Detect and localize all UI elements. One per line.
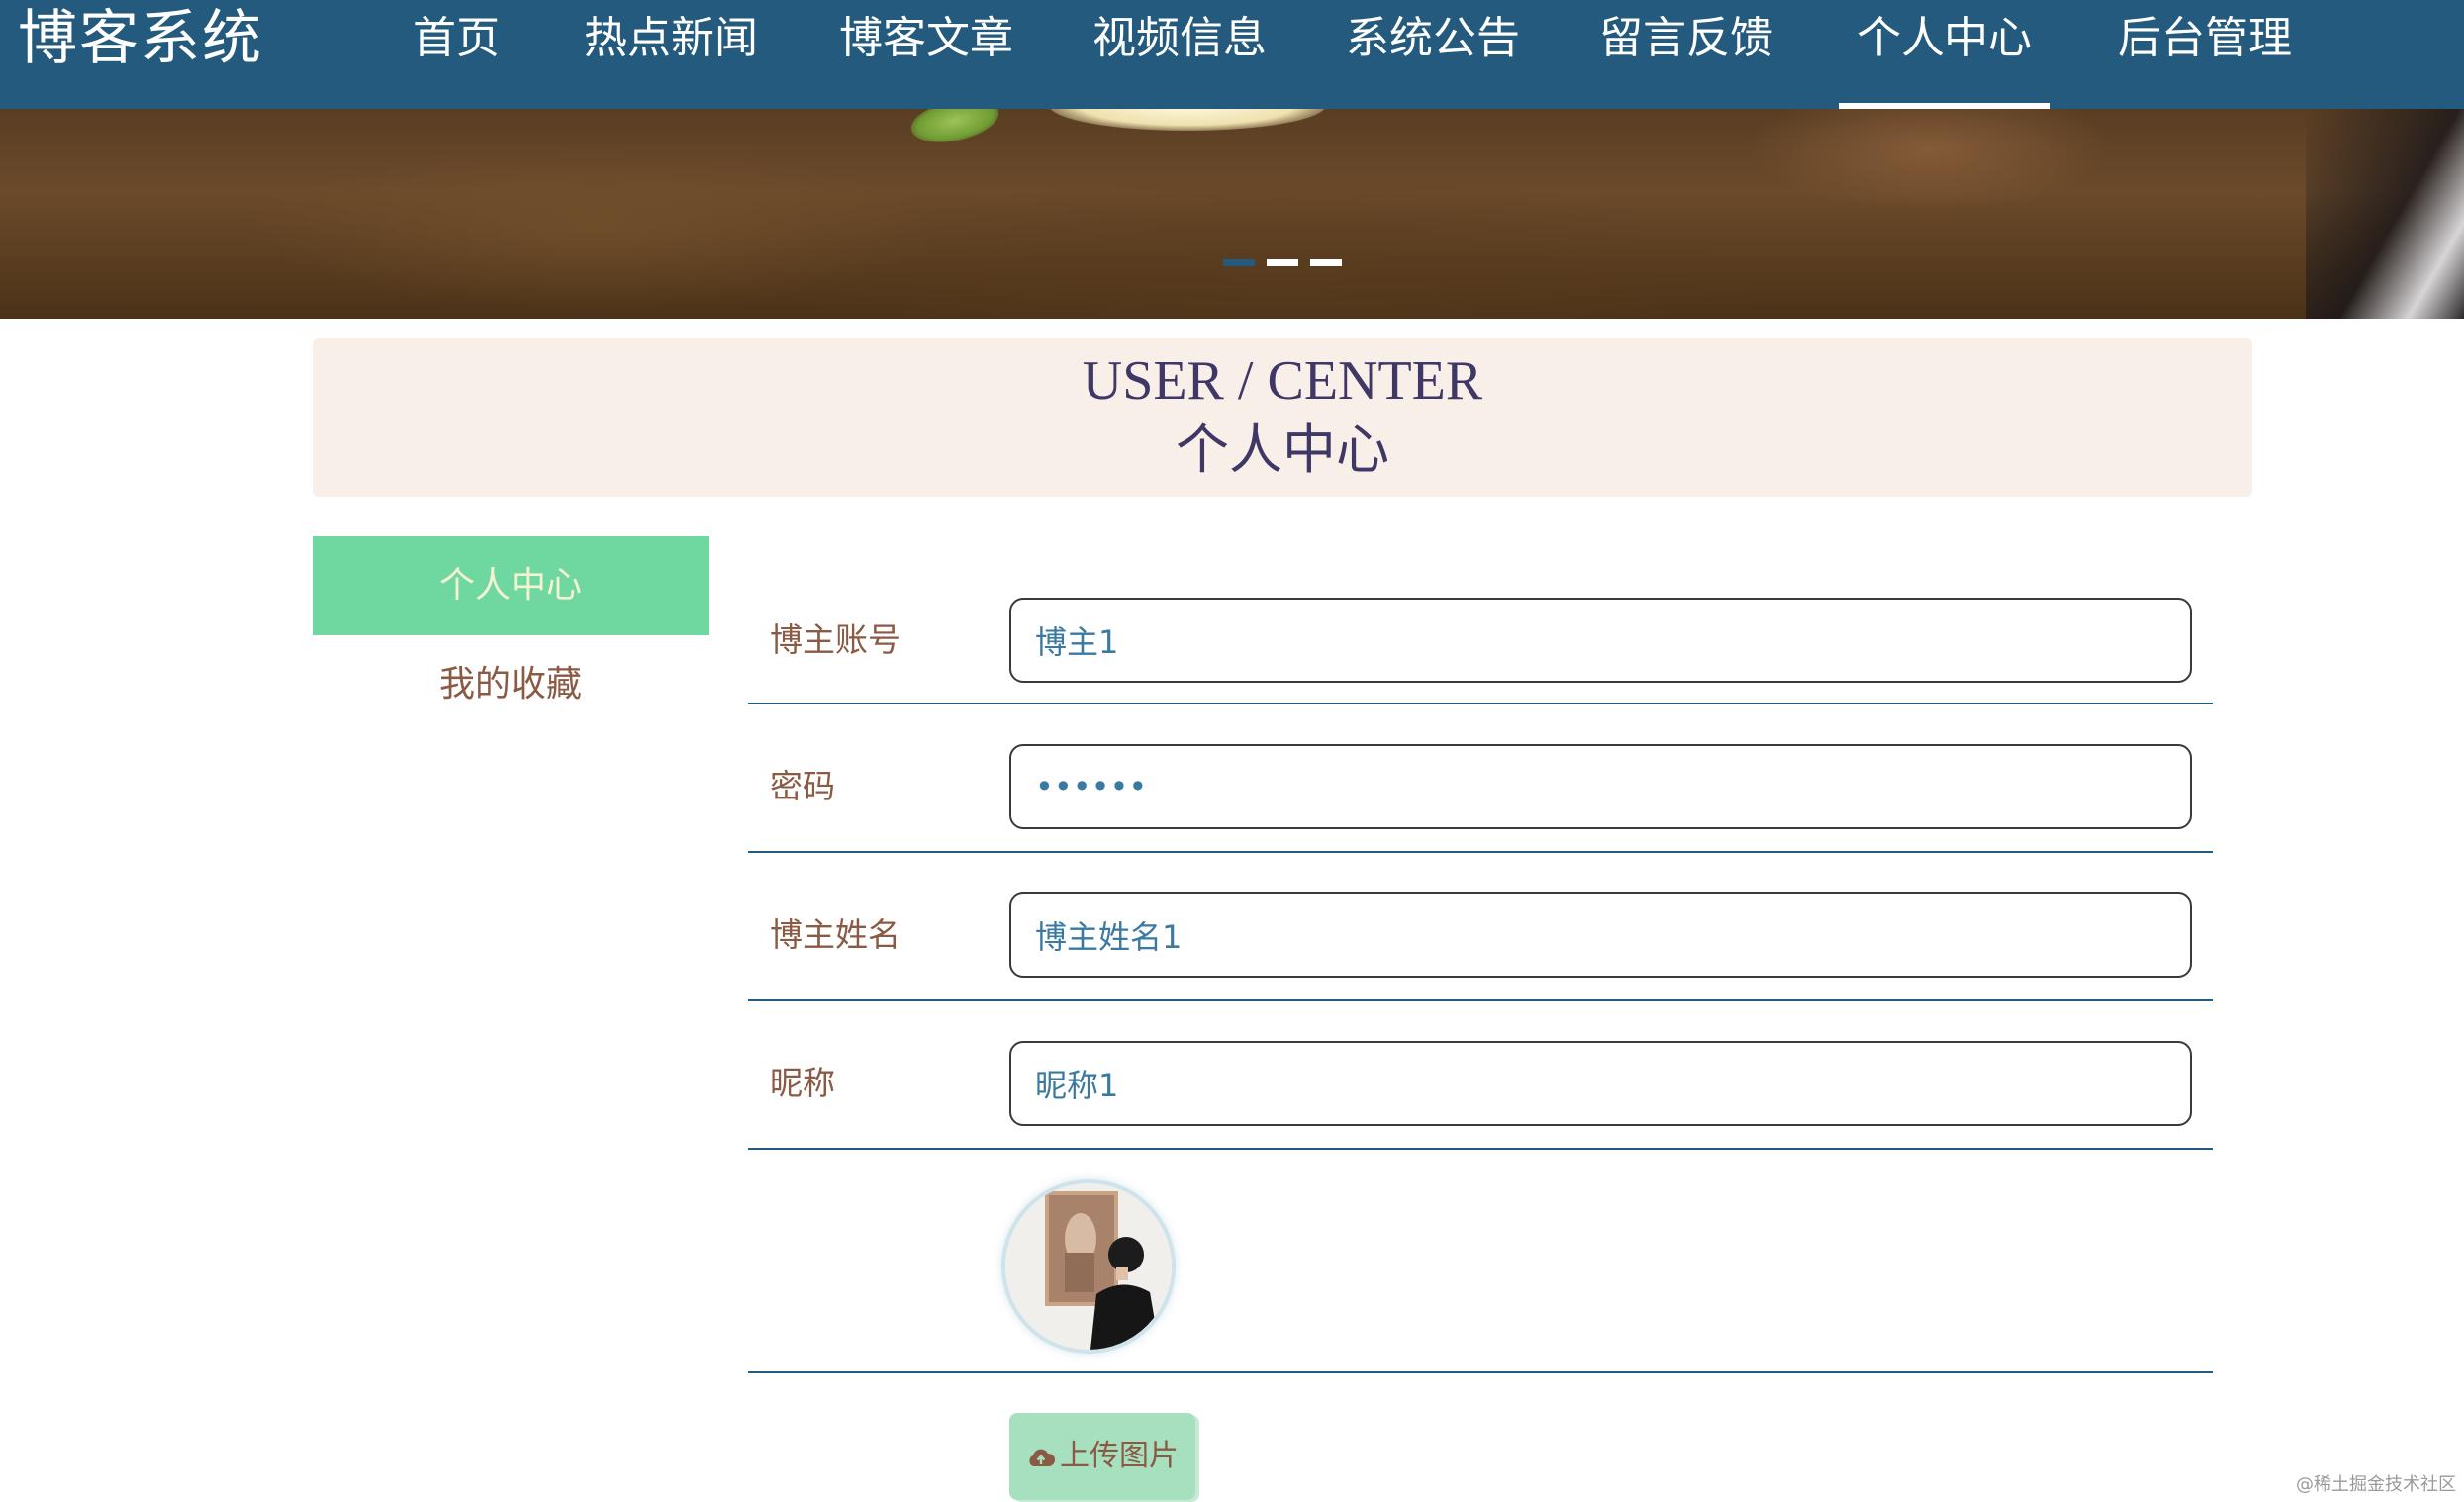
section-title-cn: 个人中心 (1176, 419, 1389, 481)
banner-leaf-decoration (906, 109, 1003, 149)
form-row-nickname: 昵称 (748, 999, 2213, 1150)
banner-carousel (0, 109, 2464, 319)
cloud-upload-icon (1029, 1449, 1056, 1466)
password-label: 密码 (770, 767, 835, 805)
watermark: @稀土掘金技术社区 (2296, 1474, 2456, 1495)
nav-item-video-info[interactable]: 视频信息 (1092, 0, 1267, 77)
carousel-dot-1[interactable] (1223, 259, 1255, 266)
nav-item-user-center[interactable]: 个人中心 (1839, 0, 2050, 109)
account-input[interactable] (1009, 598, 2192, 683)
carousel-dot-3[interactable] (1310, 259, 1342, 266)
nav-item-home[interactable]: 首页 (410, 0, 503, 77)
nav-item-announcements[interactable]: 系统公告 (1346, 0, 1520, 77)
account-label: 博主账号 (770, 620, 900, 659)
form-row-account: 博主账号 (748, 578, 2213, 704)
upload-image-label: 上传图片 (1060, 1439, 1179, 1473)
nav-item-feedback[interactable]: 留言反馈 (1599, 0, 1773, 77)
section-title-box: USER / CENTER 个人中心 (313, 338, 2252, 497)
nav-item-hot-news[interactable]: 热点新闻 (584, 0, 758, 77)
top-navbar: 博客系统 首页 热点新闻 博客文章 视频信息 系统公告 留言反馈 个人中心 后台… (0, 0, 2464, 109)
upload-image-button[interactable]: 上传图片 (1009, 1413, 1195, 1500)
form-row-password: 密码 (748, 703, 2213, 853)
form-row-avatar (748, 1148, 2213, 1373)
avatar (1005, 1183, 1172, 1350)
sidebar-item-user-center[interactable]: 个人中心 (313, 536, 709, 635)
carousel-dot-2[interactable] (1267, 259, 1298, 266)
sidebar-item-my-favorites[interactable]: 我的收藏 (313, 635, 709, 734)
brand-title: 博客系统 (18, 4, 263, 73)
nickname-label: 昵称 (770, 1064, 835, 1102)
name-input[interactable] (1009, 892, 2192, 978)
avatar-photo (1005, 1183, 1172, 1350)
nav-item-admin[interactable]: 后台管理 (2118, 0, 2292, 77)
form-row-name: 博主姓名 (748, 851, 2213, 1001)
nav-item-blog-articles[interactable]: 博客文章 (839, 0, 1013, 77)
name-label: 博主姓名 (770, 915, 900, 954)
section-title-en: USER / CENTER (1082, 350, 1483, 412)
banner-cream-decoration (1049, 109, 1326, 131)
banner-plate-edge (2306, 109, 2464, 319)
password-input[interactable] (1009, 744, 2192, 829)
nickname-input[interactable] (1009, 1041, 2192, 1126)
